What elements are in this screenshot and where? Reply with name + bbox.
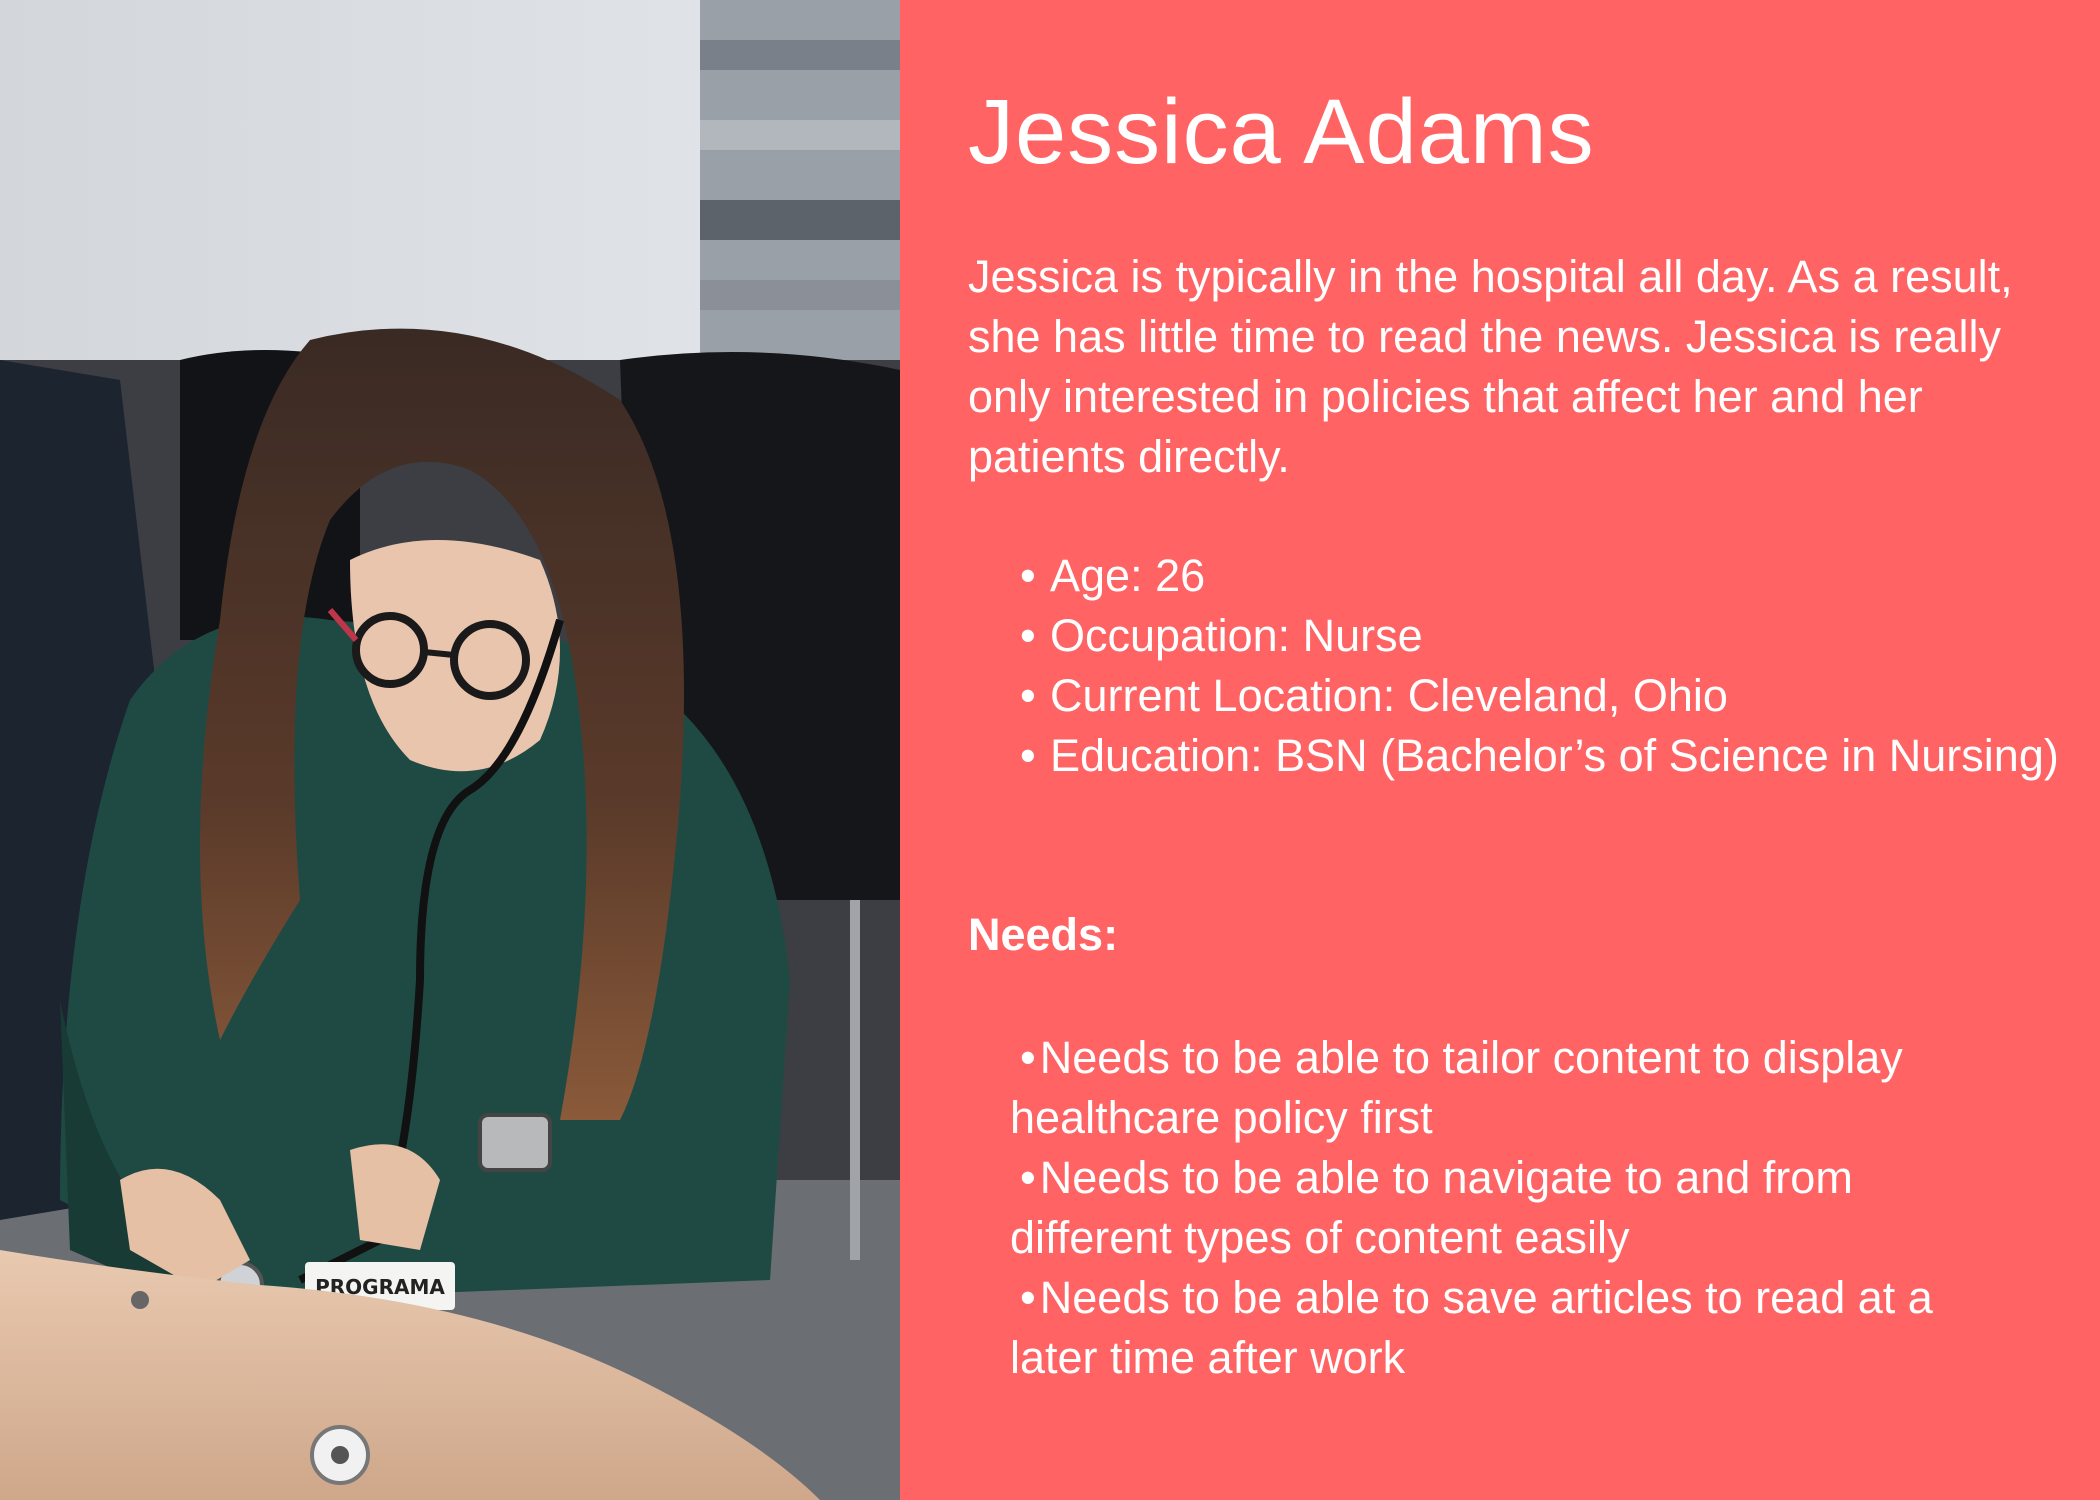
needs-list: Needs to be able to tailor content to di… bbox=[1010, 1028, 2010, 1388]
persona-facts-list: Age: 26 Occupation: Nurse Current Locati… bbox=[1020, 546, 2080, 786]
needs-heading: Needs: bbox=[968, 909, 1119, 960]
persona-intro: Jessica is typically in the hospital all… bbox=[968, 251, 2013, 482]
need-item: Needs to be able to navigate to and from… bbox=[1010, 1148, 2010, 1268]
persona-name: Jessica Adams bbox=[968, 81, 1595, 183]
need-item: Needs to be able to tailor content to di… bbox=[1010, 1028, 2010, 1148]
fact-age: Age: 26 bbox=[1020, 546, 2080, 606]
need-item: Needs to be able to save articles to rea… bbox=[1010, 1268, 2010, 1388]
fact-location: Current Location: Cleveland, Ohio bbox=[1020, 666, 2080, 726]
persona-details-panel: Jessica Adams Jessica is typically in th… bbox=[900, 0, 2100, 1500]
fact-occupation: Occupation: Nurse bbox=[1020, 606, 2080, 666]
nurse-photo-illustration: PROGRAMA bbox=[0, 0, 900, 1500]
fact-education: Education: BSN (Bachelor’s of Science in… bbox=[1020, 726, 2080, 786]
persona-photo: PROGRAMA bbox=[0, 0, 900, 1500]
persona-card: PROGRAMA Jessica Adams Jessica is typica… bbox=[0, 0, 2100, 1500]
